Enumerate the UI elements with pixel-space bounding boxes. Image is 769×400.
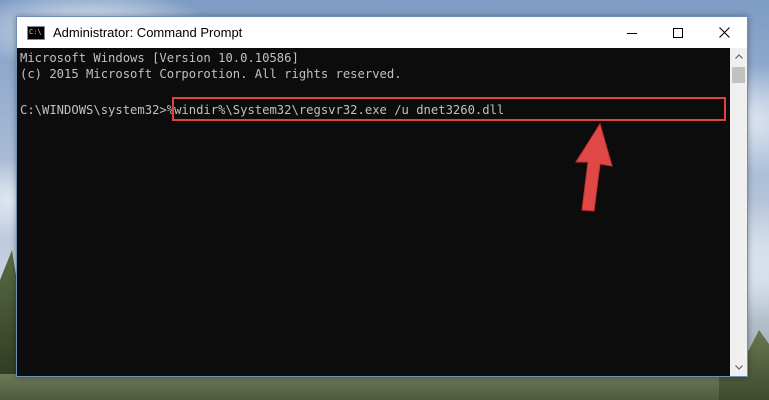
console-output[interactable]: Microsoft Windows [Version 10.0.10586] (… xyxy=(17,48,730,376)
cmd-app-icon[interactable]: C:\ xyxy=(27,25,45,40)
title-bar[interactable]: C:\ Administrator: Command Prompt xyxy=(17,17,747,48)
close-icon xyxy=(718,27,730,38)
vertical-scrollbar[interactable] xyxy=(730,48,747,376)
maximize-icon xyxy=(673,27,683,38)
console-line-copyright: (c) 2015 Microsoft Corporotion. All righ… xyxy=(20,67,402,81)
command-prompt-window: C:\ Administrator: Command Prompt Micros… xyxy=(16,16,748,377)
chevron-up-icon xyxy=(734,54,743,59)
command-highlight-box xyxy=(172,97,726,121)
chevron-down-icon xyxy=(734,365,743,370)
window-title: Administrator: Command Prompt xyxy=(53,25,243,40)
maximize-button[interactable] xyxy=(655,17,701,48)
red-arrow-icon xyxy=(575,122,613,212)
console-line-version: Microsoft Windows [Version 10.0.10586] xyxy=(20,51,299,65)
console-prompt: C:\WINDOWS\system32> xyxy=(20,103,167,117)
minimize-button[interactable] xyxy=(609,17,655,48)
scroll-down-button[interactable] xyxy=(730,359,747,376)
scroll-up-button[interactable] xyxy=(730,48,747,65)
ground xyxy=(0,374,769,400)
scroll-thumb[interactable] xyxy=(732,67,745,83)
close-button[interactable] xyxy=(701,17,747,48)
app-icon-glyph: C:\ xyxy=(29,27,42,36)
minimize-icon xyxy=(627,32,637,34)
